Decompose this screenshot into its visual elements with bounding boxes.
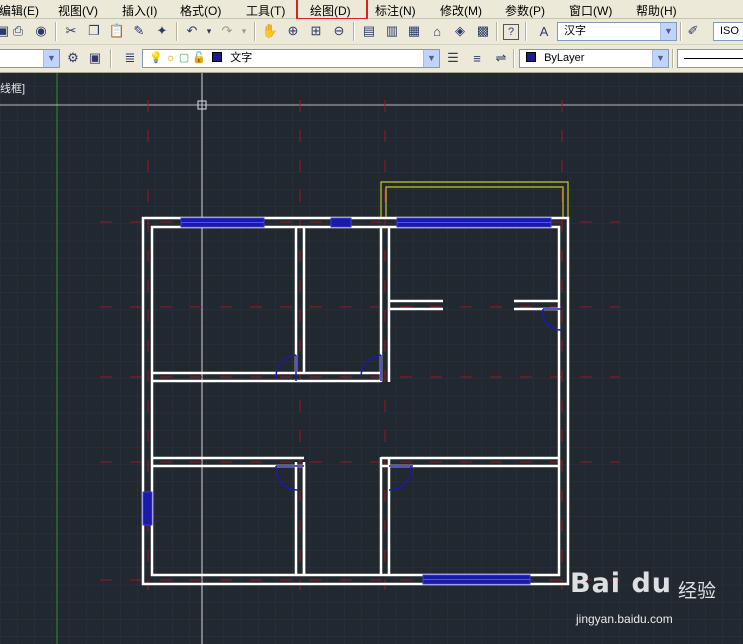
layer-name: 文字 bbox=[230, 52, 253, 64]
redo-icon[interactable]: ↷ bbox=[218, 22, 236, 40]
baidu-logo: Bai du bbox=[570, 568, 673, 599]
menu-parameters[interactable]: 参数(P) bbox=[505, 2, 545, 19]
design-center-icon[interactable]: ▥ bbox=[383, 22, 401, 40]
pan-icon[interactable]: ✋ bbox=[261, 22, 279, 40]
block-editor-icon[interactable]: ✦ bbox=[153, 22, 171, 40]
menu-format[interactable]: 格式(O) bbox=[180, 2, 221, 19]
freeze-icon: ▢ bbox=[178, 52, 190, 64]
layer-color-swatch bbox=[212, 52, 223, 62]
color-swatch bbox=[526, 52, 536, 62]
watermark-url: jingyan.baidu.com bbox=[576, 612, 673, 626]
publish-icon[interactable]: ◉ bbox=[32, 22, 50, 40]
layer-manager-icon[interactable]: ≣ bbox=[121, 49, 139, 67]
menu-tools[interactable]: 工具(T) bbox=[246, 2, 285, 19]
print-icon[interactable]: ⎙ bbox=[9, 22, 27, 40]
dim-style-value: ISO bbox=[720, 25, 739, 37]
sun-icon: ☼ bbox=[165, 52, 176, 64]
text-style-value: 汉字 bbox=[564, 25, 586, 37]
menu-help[interactable]: 帮助(H) bbox=[636, 2, 677, 19]
menu-bar: 编辑(E) 视图(V) 插入(I) 格式(O) 工具(T) 绘图(D) 标注(N… bbox=[0, 0, 743, 20]
layers-toolbar: ▼ ⚙ ▣ ≣ 💡 ☼ ▢ 🔓 文字 ▼ ☰ ≡ ⇌ ByLayer ▼ bbox=[0, 45, 743, 73]
text-style-select[interactable]: 汉字 ▼ bbox=[557, 22, 677, 41]
markup-icon[interactable]: ◈ bbox=[451, 22, 469, 40]
chevron-down-icon[interactable]: ▼ bbox=[43, 50, 59, 67]
menu-view[interactable]: 视图(V) bbox=[58, 2, 98, 19]
gear-icon[interactable]: ⚙ bbox=[64, 49, 82, 67]
sheet-set-icon[interactable]: ⌂ bbox=[428, 22, 446, 40]
redo-dropdown-icon[interactable]: ▾ bbox=[235, 22, 253, 40]
calculator-icon[interactable]: ▩ bbox=[474, 22, 492, 40]
workspace-settings-icon[interactable]: ▣ bbox=[86, 49, 104, 67]
drawing-canvas[interactable] bbox=[0, 73, 743, 644]
layer-states-icon[interactable]: ⇌ bbox=[492, 49, 510, 67]
chevron-down-icon[interactable]: ▼ bbox=[423, 50, 439, 67]
workspace-select[interactable]: ▼ bbox=[0, 49, 60, 68]
layer-previous-icon[interactable]: ≡ bbox=[468, 49, 486, 67]
lightbulb-icon: 💡 bbox=[149, 52, 163, 64]
linetype-line bbox=[684, 57, 743, 59]
undo-icon[interactable]: ↶ bbox=[183, 22, 201, 40]
color-select[interactable]: ByLayer ▼ bbox=[519, 49, 669, 68]
lock-icon: 🔓 bbox=[192, 52, 207, 64]
menu-dimension[interactable]: 标注(N) bbox=[375, 2, 416, 19]
menu-edit[interactable]: 编辑(E) bbox=[0, 2, 39, 19]
zoom-realtime-icon[interactable]: ⊕ bbox=[284, 22, 302, 40]
dim-style-icon[interactable]: ✐ bbox=[684, 22, 702, 40]
color-value: ByLayer bbox=[544, 52, 585, 64]
text-style-icon[interactable]: A bbox=[535, 22, 553, 40]
copy-icon[interactable]: ❐ bbox=[85, 22, 103, 40]
standard-toolbar: ▣ ⎙ ◉ ✂ ❐ 📋 ✎ ✦ ↶ ▾ ↷ ▾ ✋ ⊕ ⊞ ⊖ ▤ ▥ ▦ ⌂ … bbox=[0, 19, 743, 45]
cut-icon[interactable]: ✂ bbox=[62, 22, 80, 40]
linetype-select[interactable] bbox=[677, 49, 743, 68]
draw-menu-highlight-box bbox=[296, 0, 368, 20]
floor-plan-drawing bbox=[0, 73, 743, 644]
properties-icon[interactable]: ▤ bbox=[360, 22, 378, 40]
viewport-label[interactable]: 线框] bbox=[0, 80, 25, 96]
menu-insert[interactable]: 插入(I) bbox=[122, 2, 157, 19]
match-properties-icon[interactable]: ✎ bbox=[130, 22, 148, 40]
dim-style-select[interactable]: ISO bbox=[713, 22, 743, 41]
help-icon[interactable]: ? bbox=[503, 24, 519, 40]
chevron-down-icon[interactable]: ▼ bbox=[660, 23, 676, 40]
menu-window[interactable]: 窗口(W) bbox=[569, 2, 612, 19]
jingyan-label: 经验 bbox=[678, 581, 717, 602]
paste-icon[interactable]: 📋 bbox=[108, 22, 126, 40]
baidu-jingyan-watermark: Bai du 经验 jingyan.baidu.com bbox=[570, 562, 740, 642]
undo-dropdown-icon[interactable]: ▾ bbox=[200, 22, 218, 40]
layer-select[interactable]: 💡 ☼ ▢ 🔓 文字 ▼ bbox=[142, 49, 440, 68]
chevron-down-icon[interactable]: ▼ bbox=[652, 50, 668, 67]
zoom-previous-icon[interactable]: ⊖ bbox=[330, 22, 348, 40]
tool-palettes-icon[interactable]: ▦ bbox=[405, 22, 423, 40]
menu-modify[interactable]: 修改(M) bbox=[440, 2, 482, 19]
make-current-layer-icon[interactable]: ☰ bbox=[444, 49, 462, 67]
zoom-window-icon[interactable]: ⊞ bbox=[307, 22, 325, 40]
